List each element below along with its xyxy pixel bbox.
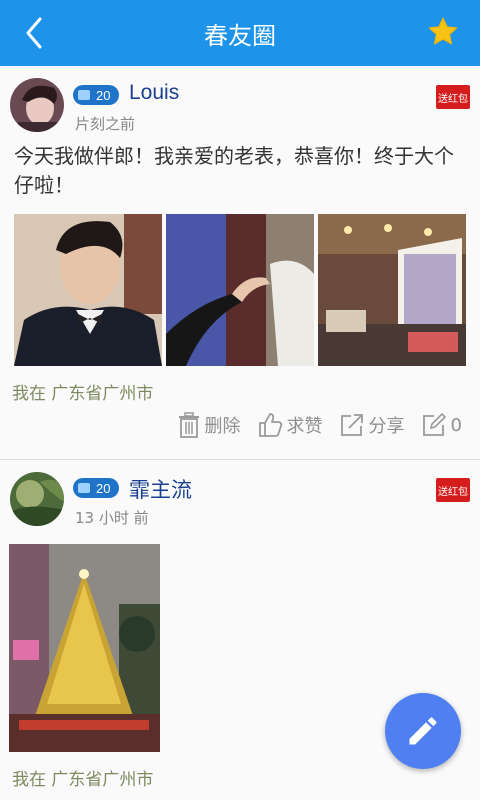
page-title: 春友圈	[204, 21, 276, 50]
share-label: 分享	[368, 416, 405, 437]
location: 我在 广东省广州市	[12, 384, 154, 404]
post-photo[interactable]	[318, 214, 466, 366]
edit-comment-icon	[422, 412, 446, 436]
post-time: 13 小时 前	[75, 509, 149, 527]
christmas-tree-photo	[9, 544, 160, 752]
location: 我在 广东省广州市	[12, 770, 154, 790]
chevron-left-icon	[26, 17, 42, 49]
pencil-icon	[409, 717, 437, 745]
username[interactable]: Louis	[129, 81, 179, 105]
post-photo[interactable]	[166, 214, 314, 366]
level-value: 20	[96, 87, 111, 103]
post-content: 今天我做伴郎！我亲爱的老表，恭喜你！终于大个仔啦！	[14, 144, 454, 197]
like-button[interactable]: 求赞	[257, 412, 323, 438]
comment-count: 0	[450, 414, 462, 436]
level-badge: 20	[73, 85, 119, 105]
avatar-image	[10, 78, 64, 132]
level-icon	[78, 483, 90, 493]
level-badge: 20	[73, 478, 119, 498]
delete-label: 删除	[204, 416, 241, 437]
comment-button[interactable]: 0	[421, 412, 462, 438]
favorite-button[interactable]	[426, 15, 460, 49]
share-button[interactable]: 分享	[339, 412, 405, 438]
wedding-hall-photo	[318, 214, 466, 366]
level-icon	[78, 90, 90, 100]
trash-icon	[178, 412, 199, 438]
like-label: 求赞	[286, 416, 323, 437]
portrait-photo	[14, 214, 162, 366]
avatar[interactable]	[10, 78, 64, 132]
compose-button[interactable]	[385, 693, 461, 769]
delete-button[interactable]: 删除	[177, 412, 241, 438]
share-icon	[340, 414, 363, 436]
thumbs-up-icon	[258, 413, 282, 437]
avatar[interactable]	[10, 472, 64, 526]
post-photo[interactable]	[14, 214, 162, 366]
star-icon	[428, 17, 458, 45]
red-packet-button[interactable]: 送红包	[436, 85, 470, 109]
post-photo[interactable]	[9, 544, 160, 752]
red-packet-button[interactable]: 送红包	[436, 478, 470, 502]
app-header: 春友圈	[0, 0, 480, 66]
post-card: 20 Louis 片刻之前 送红包 今天我做伴郎！我亲爱的老表，恭喜你！终于大个…	[0, 66, 480, 460]
level-value: 20	[96, 480, 111, 496]
post-actions: 删除 求赞 分享 0	[177, 412, 462, 438]
wedding-hands-photo	[166, 214, 314, 366]
post-time: 片刻之前	[75, 115, 136, 133]
avatar-image	[10, 472, 64, 526]
back-button[interactable]	[18, 14, 54, 52]
username[interactable]: 霏主流	[129, 474, 192, 504]
